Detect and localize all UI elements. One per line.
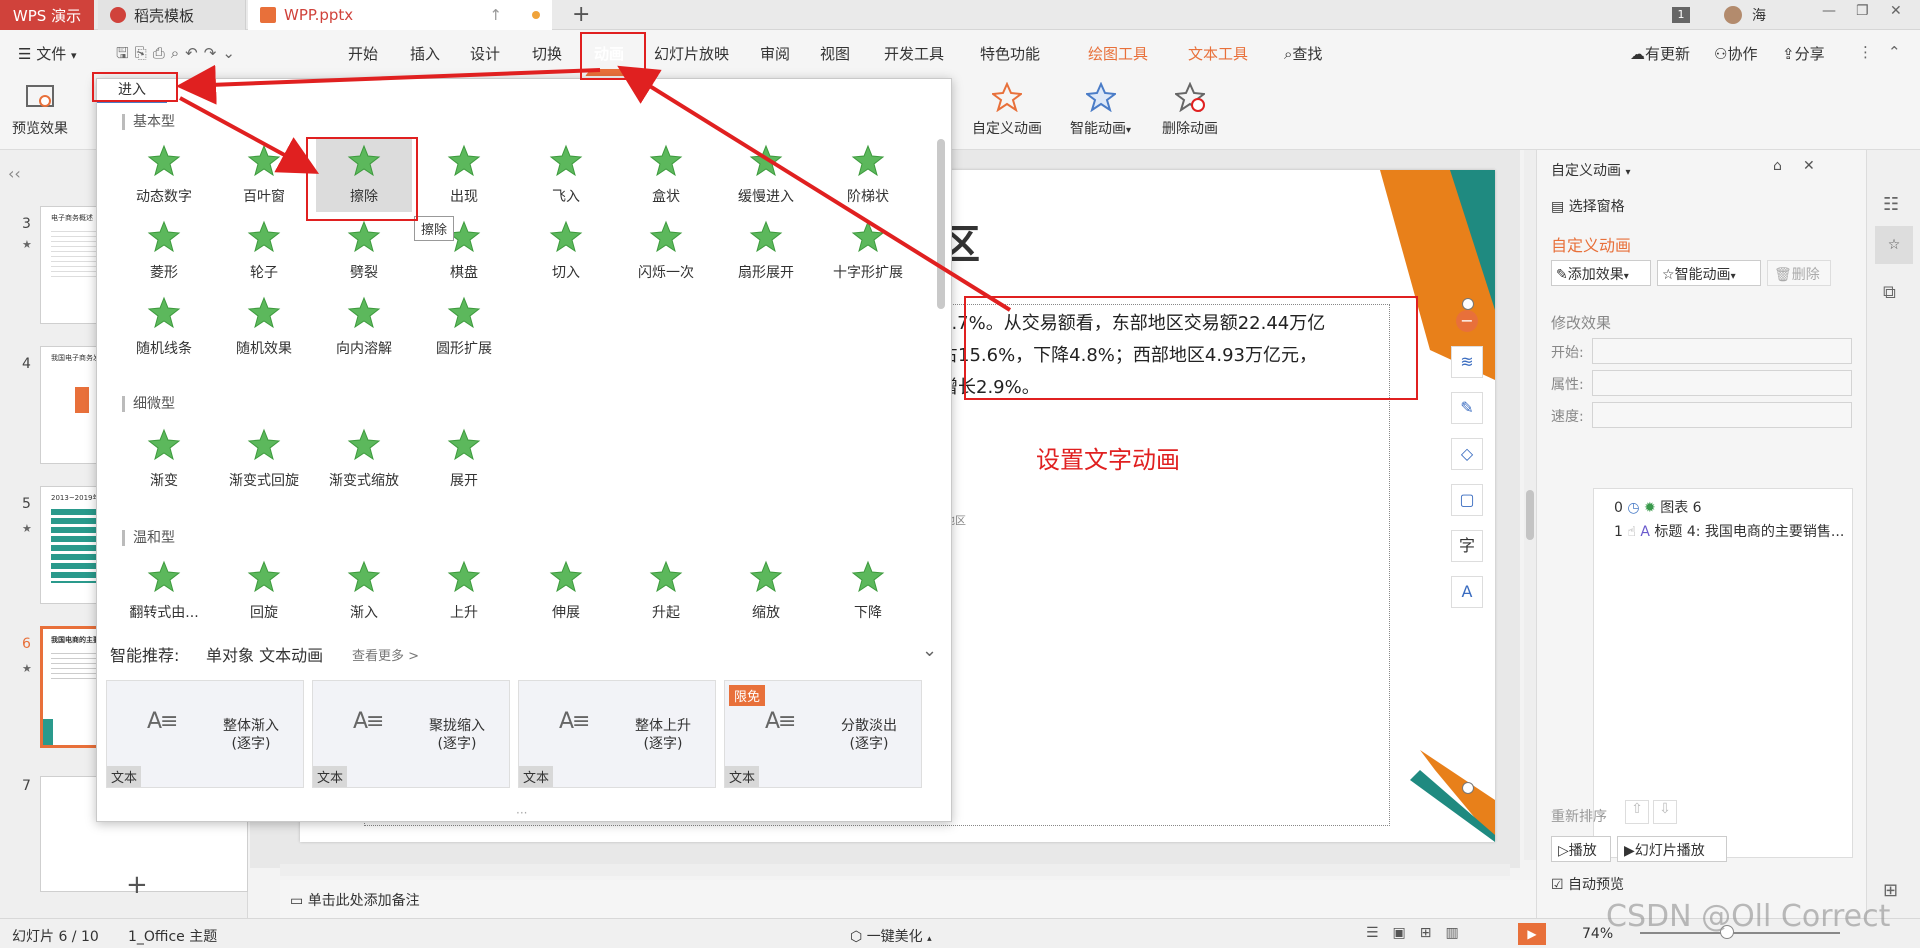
- annotation-arrows: [176, 64, 1012, 312]
